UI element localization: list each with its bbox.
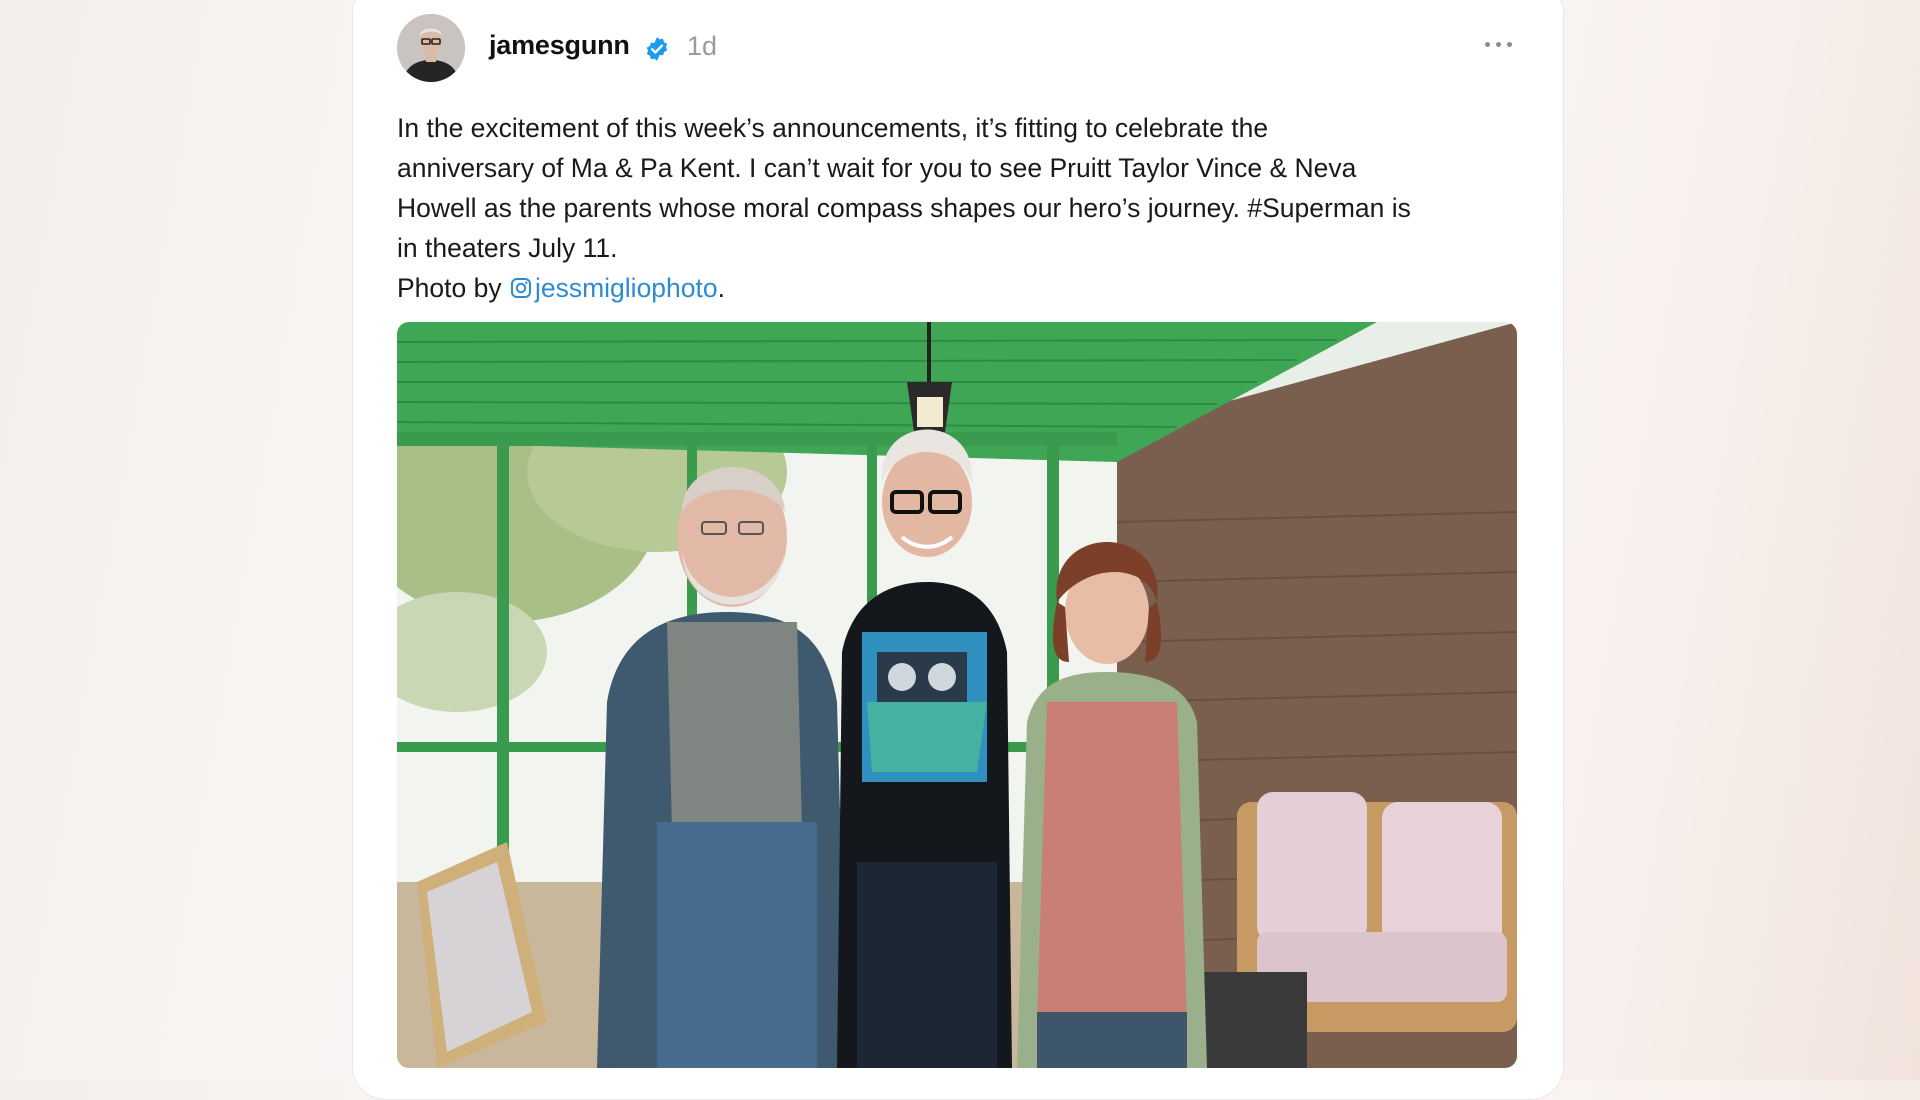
caption-line: in theaters July 11. [397, 233, 618, 263]
photo-credit: Photo by jessmigliophoto. [397, 268, 1527, 308]
credit-suffix: . [717, 273, 725, 303]
more-options-icon[interactable] [1485, 38, 1515, 50]
instagram-icon [510, 278, 531, 298]
post-timestamp: 1d [687, 31, 718, 61]
credit-handle: jessmigliophoto [534, 273, 718, 303]
caption-line: Howell as the parents whose moral compas… [397, 193, 1411, 223]
caption-line: In the excitement of this week’s announc… [397, 113, 1269, 143]
post-caption: In the excitement of this week’s announc… [397, 108, 1527, 308]
credit-mention-link[interactable]: jessmigliophoto [509, 273, 718, 303]
username[interactable]: jamesgunn [489, 30, 630, 61]
post-header: jamesgunn 1d [397, 14, 1517, 82]
credit-prefix: Photo by [397, 273, 509, 303]
post-photo[interactable] [397, 322, 1517, 1068]
photo-image [397, 322, 1517, 1068]
caption-line: anniversary of Ma & Pa Kent. I can’t wai… [397, 153, 1357, 183]
verified-badge-icon [646, 37, 668, 61]
avatar[interactable] [397, 14, 465, 82]
